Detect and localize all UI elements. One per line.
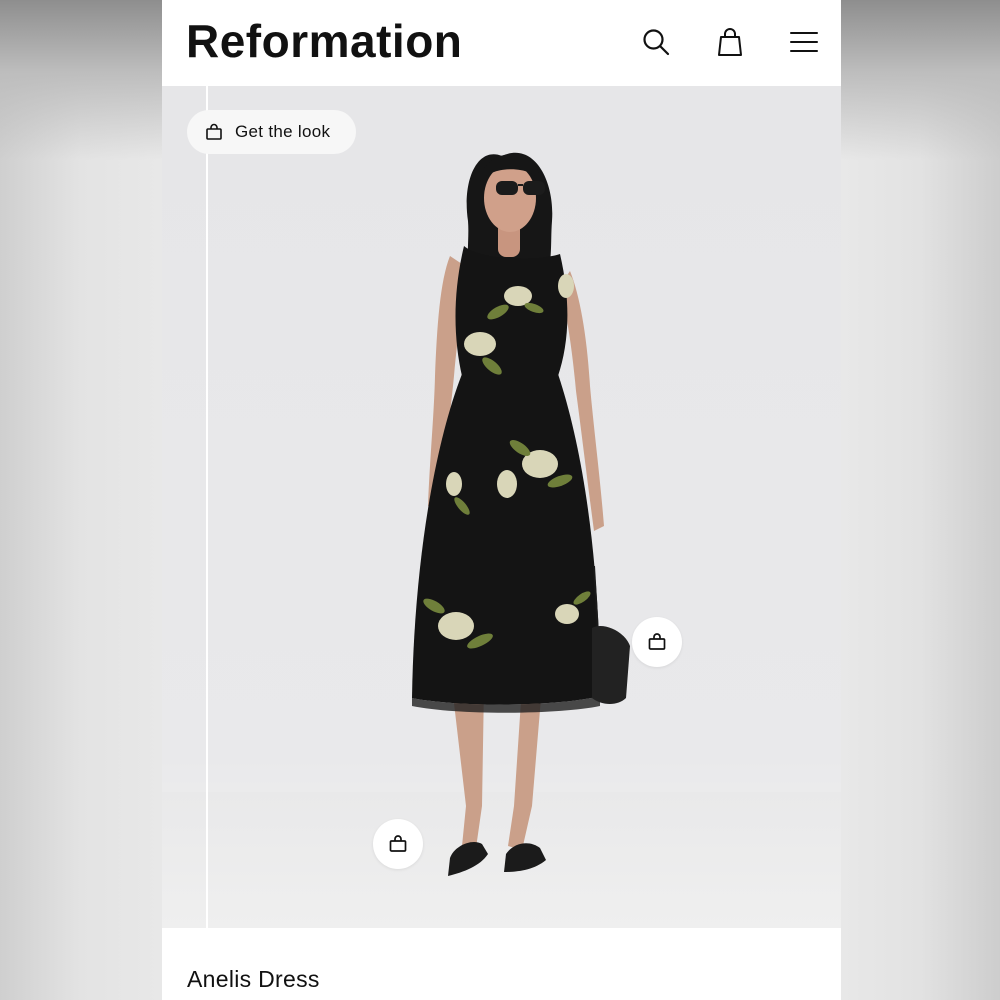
hero-image[interactable]: Get the look <box>162 86 841 928</box>
menu-icon[interactable] <box>788 26 820 58</box>
phone-screen: Reformation Get the look Anelis Dress <box>162 0 841 1000</box>
shopping-bag-icon[interactable] <box>714 26 746 58</box>
get-the-look-button[interactable]: Get the look <box>187 110 357 154</box>
shopping-bag-icon <box>647 632 667 652</box>
shopping-bag-icon <box>205 123 223 141</box>
shopping-bag-icon <box>388 834 408 854</box>
shop-hotspot-shoes[interactable] <box>373 819 423 869</box>
shop-hotspot-bag[interactable] <box>632 617 682 667</box>
scroll-indicator <box>206 86 208 928</box>
product-info: Anelis Dress <box>162 928 841 1000</box>
get-the-look-label: Get the look <box>235 122 331 141</box>
search-icon[interactable] <box>640 26 672 58</box>
site-header: Reformation <box>162 0 841 86</box>
brand-logo[interactable]: Reformation <box>186 14 462 68</box>
model-photo <box>412 152 630 876</box>
product-name[interactable]: Anelis Dress <box>187 966 320 993</box>
